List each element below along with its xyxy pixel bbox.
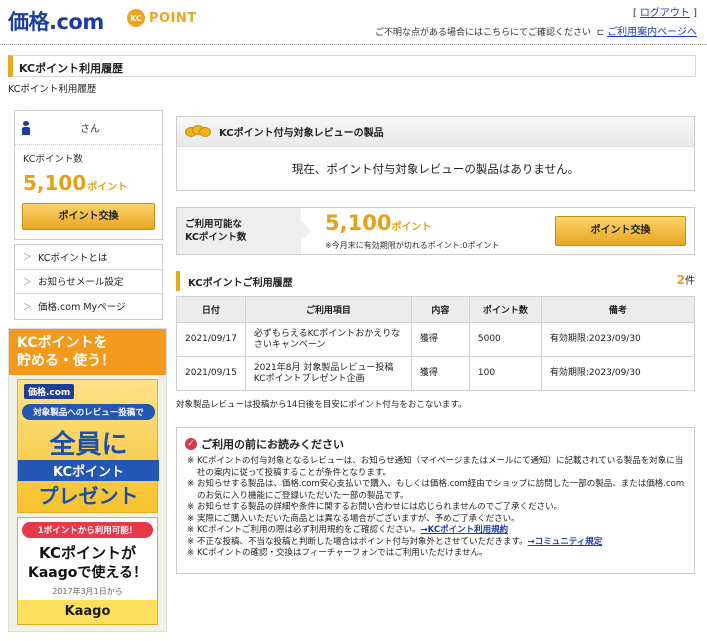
kc-circle-icon: KC — [127, 9, 145, 27]
row-item: 2021年8月 対象製品レビュー投稿 KCポイントプレゼント企画 — [244, 356, 412, 391]
row-points: 100 — [468, 356, 542, 391]
notice-box: ✓ ご利用の前にお読みください KCポイントの付与対象となるレビューは、お知らせ… — [176, 427, 695, 574]
side-link-my-page[interactable]: ＞価格.com Myページ — [15, 294, 162, 319]
history-table-header: 日付 ご利用項目 内容 ポイント数 備考 — [176, 296, 696, 323]
chevron-right-icon: ＞ — [23, 253, 33, 264]
kaago-logo: Kaago — [18, 600, 157, 624]
table-row: 2021/09/15 2021年8月 対象製品レビュー投稿 KCポイントプレゼン… — [176, 356, 696, 391]
points-label: KCポイント数 — [23, 154, 83, 165]
row-note: 有効期限:2023/09/30 — [540, 356, 696, 391]
available-points-value: 5,100ポイント — [325, 211, 432, 235]
kaago-pill: 1ポイントから利用可能！ — [22, 522, 153, 538]
table-row: 2021/09/17 必ずもらえるKCポイントおかえりなさいキャンペーン 獲得 … — [176, 322, 696, 357]
chevron-right-icon: ＞ — [23, 277, 33, 288]
kc-point-logo[interactable]: KC POINT — [127, 8, 197, 28]
coins-icon — [185, 124, 213, 139]
header: 価格.com KC POINT [ ログアウト ] ご不明な点がある場合にはこち… — [0, 0, 707, 48]
side-link-list: ＞ KCポイントとは ＞お知らせメール設定 ＞価格.com Myページ — [14, 244, 163, 320]
history-table: 日付 ご利用項目 内容 ポイント数 備考 2021/09/17 必ずもらえるKC… — [176, 296, 696, 391]
kakaku-badge: 価格.com — [24, 384, 75, 399]
point-exchange-button[interactable]: ポイント交換 — [22, 203, 155, 230]
notice-title: ✓ ご利用の前にお読みください — [185, 436, 344, 452]
column-item: ご利用項目 — [244, 296, 412, 323]
user-name: さん — [80, 124, 100, 135]
list-item: お知らせする製品の詳細や条件に関するお問い合わせには応じられませんのでご了承くだ… — [187, 502, 687, 514]
user-icon — [22, 120, 30, 135]
column-type: 内容 — [410, 296, 470, 323]
column-note: 備考 — [540, 296, 696, 323]
promo-banner[interactable]: KCポイントを 貯める・使う！ 価格.com 対象製品へのレビュー投稿で 全員に… — [8, 328, 167, 632]
list-item: 実際にご購入いただいた商品とは異なる場合がございますが、予めご了承ください。 — [187, 514, 687, 526]
kaago-date: 2017年3月1日から — [52, 587, 123, 596]
terms-link[interactable]: →KCポイント利用規約 — [421, 525, 509, 535]
review-campaign-big-text: 全員に — [49, 430, 128, 460]
kaago-line2: Kaagoで使える！ — [28, 565, 147, 581]
review-campaign-subtitle: 対象製品へのレビュー投稿で — [22, 404, 155, 420]
available-points-box: ご利用可能な KCポイント数 5,100ポイント ※今月末に有効期限が切れるポイ… — [176, 207, 695, 255]
chevron-right-icon: ⊏ — [593, 28, 605, 38]
row-date: 2021/09/17 — [176, 322, 246, 357]
row-points: 5000 — [468, 322, 542, 357]
list-item: KCポイントご利用の際は必ず利用規約をご確認ください。→KCポイント利用規約 — [187, 525, 687, 537]
list-item: KCポイントの確認・交換はフィーチャーフォンではご利用いただけません。 — [187, 548, 687, 560]
history-footnote: 対象製品レビューは投稿から14日後を目安にポイント付与をおこないます。 — [176, 400, 467, 410]
kaago-line1: KCポイントが — [39, 544, 136, 562]
review-products-header: KCポイント付与対象レビューの製品 — [177, 117, 694, 147]
help-text: ご不明な点がある場合にはこちらにてご確認ください — [375, 28, 592, 38]
review-products-box: KCポイント付与対象レビューの製品 現在、ポイント付与対象レビューの製品はありま… — [176, 116, 695, 191]
row-date: 2021/09/15 — [176, 356, 246, 391]
community-rules-link[interactable]: →コミュニティ規定 — [528, 537, 603, 547]
row-type: 獲得 — [410, 356, 470, 391]
promo-headline: KCポイントを 貯める・使う！ — [9, 329, 166, 375]
row-item: 必ずもらえるKCポイントおかえりなさいキャンペーン — [244, 322, 412, 357]
list-item: 不正な投稿、不当な投稿と判断した場合はポイント付与対象外とさせていただきます。→… — [187, 537, 687, 549]
side-link-about-kc-point[interactable]: ＞ KCポイントとは — [15, 245, 162, 270]
user-points-panel: さん KCポイント数 5,100ポイント ポイント交換 — [14, 110, 163, 240]
kaago-banner[interactable]: 1ポイントから利用可能！ KCポイントが Kaagoで使える！ 2017年3月1… — [17, 517, 158, 625]
page-title: KCポイント利用履歴 — [8, 55, 696, 77]
check-icon: ✓ — [185, 438, 197, 450]
history-count: 2件 — [676, 273, 695, 287]
point-exchange-button-main[interactable]: ポイント交換 — [555, 216, 686, 246]
row-type: 獲得 — [410, 322, 470, 357]
kakaku-logo[interactable]: 価格.com — [8, 6, 104, 36]
review-products-message: 現在、ポイント付与対象レビューの製品はありません。 — [291, 162, 580, 176]
expiring-points-note: ※今月末に有効期限が切れるポイント:0ポイント — [325, 241, 500, 250]
list-item: KCポイントの付与対象となるレビューは、お知らせ通知（マイページまたはメールにて… — [187, 456, 687, 479]
review-campaign-banner[interactable]: 価格.com 対象製品へのレビュー投稿で 全員に KCポイント プレゼント — [17, 379, 159, 513]
user-row: さん — [15, 111, 162, 145]
available-points-label: ご利用可能な KCポイント数 — [177, 208, 311, 254]
review-campaign-kc-text: KCポイント — [18, 460, 159, 481]
list-item: お知らせする製品は、価格.com安心支払いで購入、もしくは価格.com経由でショ… — [187, 479, 687, 502]
points-value: 5,100ポイント — [23, 171, 128, 195]
column-date: 日付 — [176, 296, 246, 323]
breadcrumb: KCポイント利用履歴 — [8, 84, 97, 95]
review-campaign-present-text: プレゼント — [38, 484, 139, 508]
logout-link[interactable]: ログアウト — [640, 8, 690, 19]
logout-area: [ ログアウト ] — [632, 8, 697, 19]
column-points: ポイント数 — [468, 296, 542, 323]
help-line: ご不明な点がある場合にはこちらにてご確認ください ⊏ ご利用案内ページへ — [375, 23, 697, 38]
history-section-title: KCポイントご利用履歴 2件 — [176, 271, 695, 291]
chevron-right-icon: ＞ — [23, 302, 33, 313]
header-divider — [0, 44, 707, 45]
side-link-mail-settings[interactable]: ＞お知らせメール設定 — [15, 270, 162, 294]
row-note: 有効期限:2023/09/30 — [540, 322, 696, 357]
help-guide-link[interactable]: ご利用案内ページへ — [607, 27, 697, 38]
kc-point-wordmark: POINT — [149, 10, 197, 26]
notice-list: KCポイントの付与対象となるレビューは、お知らせ通知（マイページまたはメールにて… — [187, 456, 687, 560]
